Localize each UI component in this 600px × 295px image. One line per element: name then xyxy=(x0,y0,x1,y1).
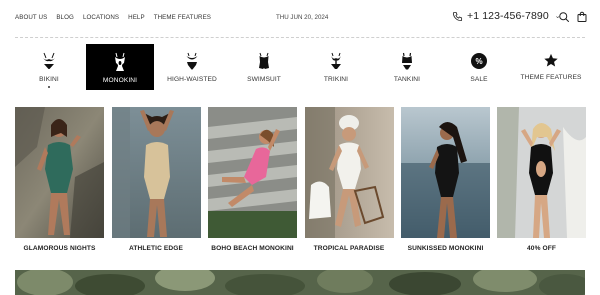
product-title[interactable]: 40% OFF xyxy=(497,245,586,252)
top-links: ABOUT US BLOG LOCATIONS HELP THEME FEATU… xyxy=(15,14,211,21)
category-bikini[interactable]: BIKINI xyxy=(15,44,83,90)
star-icon xyxy=(544,53,558,67)
bikini-icon xyxy=(43,52,55,69)
category-theme-features[interactable]: THEME FEATURES xyxy=(517,44,585,90)
model-white-swimsuit-image[interactable] xyxy=(304,107,394,238)
shopping-bag-icon[interactable] xyxy=(576,11,588,23)
category-label: TANKINI xyxy=(393,76,421,83)
product-card[interactable]: ATHLETIC EDGE xyxy=(111,107,201,252)
product-card[interactable]: BOHO BEACH MONOKINI xyxy=(208,107,297,252)
product-card[interactable]: 40% OFF xyxy=(497,107,586,252)
product-title[interactable]: GLAMOROUS NIGHTS xyxy=(15,245,104,252)
category-sale[interactable]: % SALE xyxy=(445,44,513,90)
product-title[interactable]: ATHLETIC EDGE xyxy=(112,245,201,252)
high-waisted-icon xyxy=(186,52,198,70)
monokini-icon xyxy=(115,52,125,71)
product-card[interactable]: GLAMOROUS NIGHTS xyxy=(15,107,104,252)
category-trikini[interactable]: TRIKINI xyxy=(302,44,370,90)
product-title[interactable]: BOHO BEACH MONOKINI xyxy=(208,245,297,252)
foliage-banner-image xyxy=(15,270,585,295)
category-label: TRIKINI xyxy=(323,76,349,83)
category-swimsuit[interactable]: SWIMSUIT xyxy=(230,44,298,90)
phone-icon xyxy=(452,11,463,21)
trikini-icon xyxy=(331,52,341,69)
product-title[interactable]: TROPICAL PARADISE xyxy=(305,245,394,252)
product-card[interactable]: TROPICAL PARADISE xyxy=(304,107,394,252)
category-label: BIKINI xyxy=(39,76,59,83)
model-gold-swimsuit-image[interactable] xyxy=(111,107,201,238)
model-green-swimsuit-image[interactable] xyxy=(15,107,104,238)
category-tankini[interactable]: TANKINI xyxy=(373,44,441,90)
category-label: SALE xyxy=(470,76,488,83)
model-black-monokini-image[interactable] xyxy=(497,107,586,238)
top-link-help[interactable]: HELP xyxy=(128,14,145,21)
top-link-about-us[interactable]: ABOUT US xyxy=(15,14,47,21)
product-title[interactable]: SUNKISSED MONOKINI xyxy=(401,245,490,252)
model-pink-swimsuit-image[interactable] xyxy=(208,107,297,238)
phone-number: +1 123-456-7890 xyxy=(467,10,549,22)
percent-icon: % xyxy=(471,53,487,69)
top-link-blog[interactable]: BLOG xyxy=(56,14,74,21)
category-label: MONOKINI xyxy=(102,77,138,84)
tankini-icon xyxy=(402,52,412,70)
model-black-swimsuit-sea-image[interactable] xyxy=(401,107,490,238)
category-label: HIGH-WAISTED xyxy=(167,76,217,83)
category-nav: BIKINI MONOKINI HIGH-WAISTED SWIMSUIT TR… xyxy=(15,44,587,90)
category-high-waisted[interactable]: HIGH-WAISTED xyxy=(158,44,226,90)
top-link-locations[interactable]: LOCATIONS xyxy=(83,14,119,21)
search-icon[interactable] xyxy=(558,11,570,23)
active-indicator-dot xyxy=(48,86,50,88)
swimsuit-icon xyxy=(259,52,269,69)
category-label: THEME FEATURES xyxy=(520,74,582,81)
category-monokini[interactable]: MONOKINI xyxy=(86,44,154,90)
phone-selector[interactable]: +1 123-456-7890 ⌄ xyxy=(452,10,561,22)
product-card[interactable]: SUNKISSED MONOKINI xyxy=(401,107,490,252)
current-date: THU JUN 20, 2024 xyxy=(276,14,329,21)
category-label: SWIMSUIT xyxy=(247,76,281,83)
header-divider xyxy=(15,37,585,38)
top-bar: ABOUT US BLOG LOCATIONS HELP THEME FEATU… xyxy=(0,0,600,36)
top-link-theme-features[interactable]: THEME FEATURES xyxy=(154,14,211,21)
